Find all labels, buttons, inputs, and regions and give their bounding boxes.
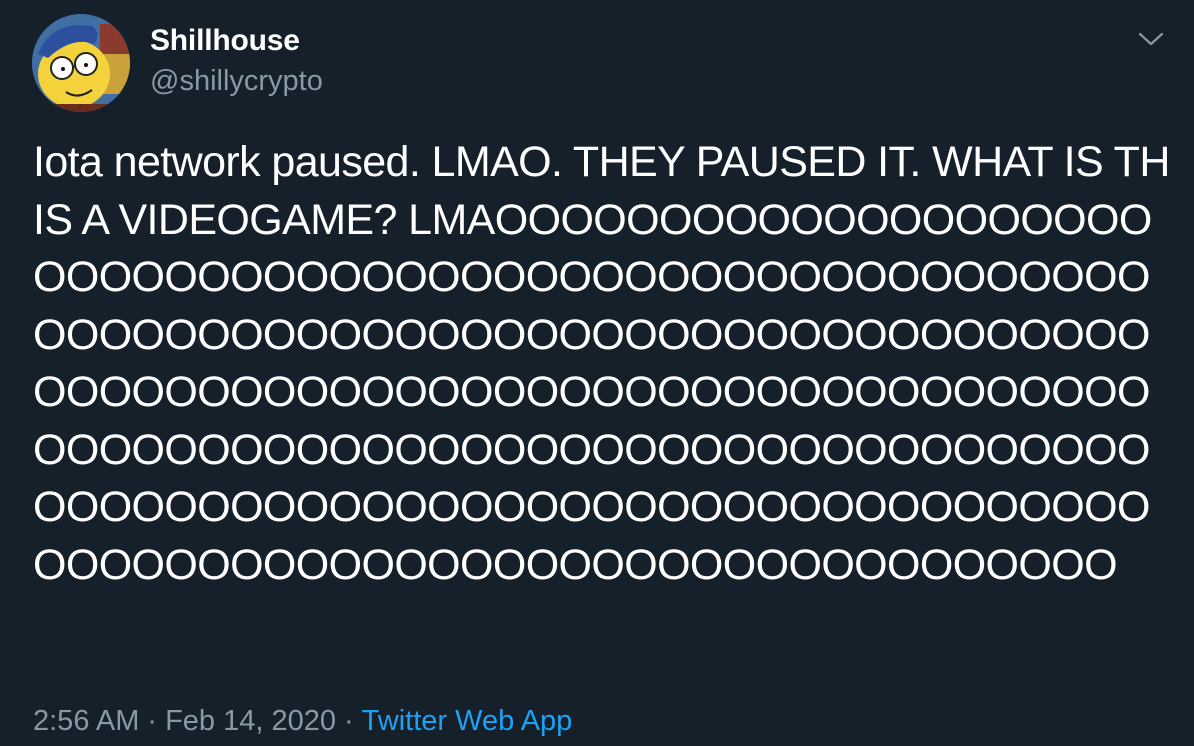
- tweet-metadata: 2:56 AM · Feb 14, 2020 · Twitter Web App: [33, 701, 572, 741]
- author-display-name[interactable]: Shillhouse: [150, 22, 323, 60]
- chevron-down-icon: [1138, 32, 1164, 46]
- meta-separator: ·: [344, 705, 354, 737]
- author-block: Shillhouse @shillycrypto: [150, 22, 323, 100]
- avatar-image: [32, 14, 130, 112]
- tweet-source-link[interactable]: Twitter Web App: [362, 705, 573, 737]
- tweet-text: Iota network paused. LMAO. THEY PAUSED I…: [33, 138, 1170, 589]
- tweet-time[interactable]: 2:56 AM: [33, 705, 139, 737]
- tweet: Shillhouse @shillycrypto Iota network pa…: [0, 0, 1194, 746]
- author-handle[interactable]: @shillycrypto: [150, 62, 323, 100]
- tweet-menu-button[interactable]: [1136, 26, 1166, 52]
- tweet-date[interactable]: Feb 14, 2020: [165, 705, 336, 737]
- avatar[interactable]: [32, 14, 130, 112]
- meta-separator: ·: [147, 705, 158, 737]
